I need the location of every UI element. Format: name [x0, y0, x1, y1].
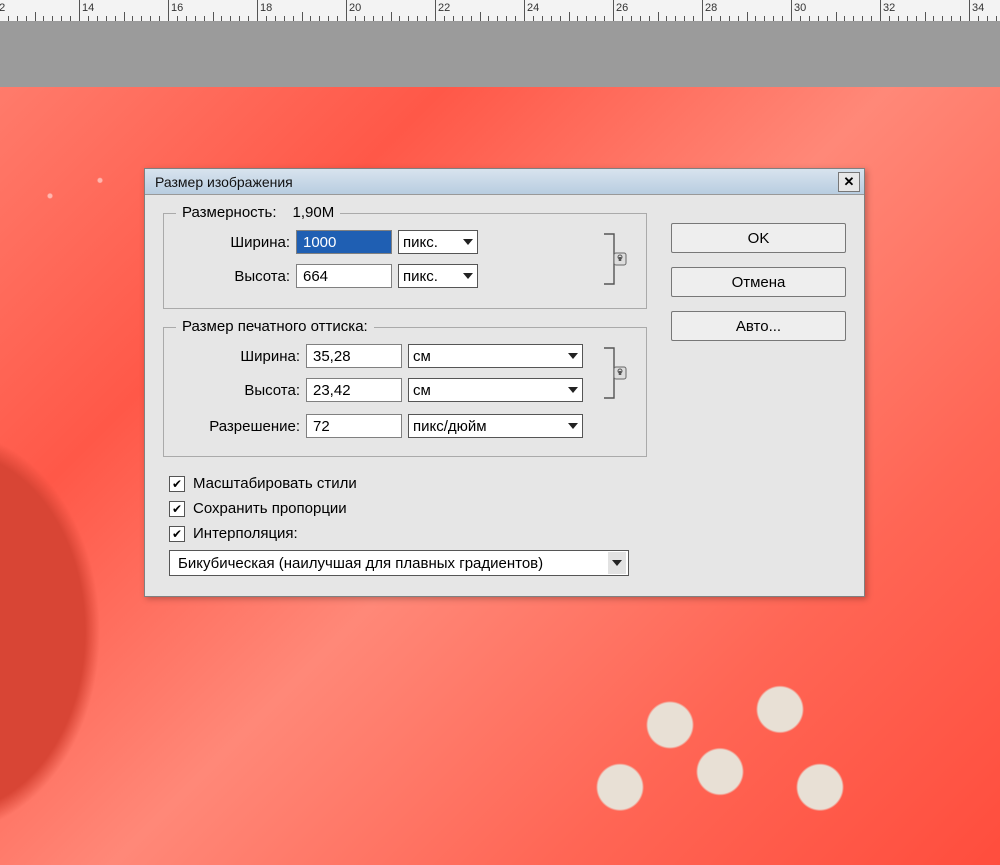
ruler-number: 26 — [616, 2, 628, 14]
ruler-number: 34 — [972, 2, 984, 14]
cancel-button[interactable]: Отмена — [671, 267, 846, 297]
dropdown-caret-icon — [463, 273, 473, 279]
ruler-number: 24 — [527, 2, 539, 14]
ruler-number: 32 — [883, 2, 895, 14]
ruler-number: 22 — [438, 2, 450, 14]
print-link-bracket — [600, 342, 630, 404]
interpolation-checkbox[interactable]: ✔ — [169, 526, 185, 542]
ruler-number: 14 — [82, 2, 94, 14]
constrain-proportions-label: Сохранить пропорции — [193, 500, 347, 517]
height-label: Высота: — [180, 268, 290, 285]
print-height-unit-select[interactable]: см — [408, 378, 583, 402]
pixel-dimensions-legend: Размерность:1,90M — [176, 204, 340, 221]
print-width-label: Ширина: — [180, 348, 300, 365]
close-icon: ✕ — [844, 174, 855, 190]
interpolation-method-select[interactable]: Бикубическая (наилучшая для плавных град… — [169, 550, 629, 576]
ruler-number: 30 — [794, 2, 806, 14]
print-width-input[interactable] — [306, 344, 402, 368]
document-size-legend: Размер печатного оттиска: — [176, 318, 374, 335]
resolution-label: Разрешение: — [180, 418, 300, 435]
dropdown-caret-icon — [463, 239, 473, 245]
interpolation-label: Интерполяция: — [193, 525, 298, 542]
image-size-dialog: Размер изображения ✕ Размерность:1,90M Ш… — [144, 168, 865, 597]
ruler-number: 12 — [0, 2, 5, 14]
ruler-number: 28 — [705, 2, 717, 14]
dropdown-caret-icon — [568, 387, 578, 393]
print-height-label: Высота: — [180, 382, 300, 399]
pixel-link-bracket — [600, 228, 630, 290]
auto-button[interactable]: Авто... — [671, 311, 846, 341]
dialog-close-button[interactable]: ✕ — [838, 172, 860, 192]
scale-styles-checkbox[interactable]: ✔ — [169, 476, 185, 492]
ruler-number: 20 — [349, 2, 361, 14]
ok-button[interactable]: OK — [671, 223, 846, 253]
scale-styles-label: Масштабировать стили — [193, 475, 357, 492]
width-label: Ширина: — [180, 234, 290, 251]
document-size-group: Размер печатного оттиска: Ширина: см — [163, 327, 647, 457]
ruler-number: 16 — [171, 2, 183, 14]
resolution-unit-select[interactable]: пикс/дюйм — [408, 414, 583, 438]
ruler-number: 18 — [260, 2, 272, 14]
pixel-height-unit-select[interactable]: пикс. — [398, 264, 478, 288]
dropdown-caret-icon — [568, 423, 578, 429]
constrain-proportions-checkbox[interactable]: ✔ — [169, 501, 185, 517]
photoshop-viewport: 12 14 16 18 20 22 24 26 28 30 32 34 Размер изображе… — [0, 0, 1000, 865]
pixel-width-unit-select[interactable]: пикс. — [398, 230, 478, 254]
dialog-title: Размер изображения — [155, 174, 293, 190]
pixel-dimensions-group: Размерность:1,90M Ширина: пикс. — [163, 213, 647, 309]
dropdown-caret-icon — [568, 353, 578, 359]
pixel-width-input[interactable] — [296, 230, 392, 254]
print-height-input[interactable] — [306, 378, 402, 402]
horizontal-ruler: 12 14 16 18 20 22 24 26 28 30 32 34 — [0, 0, 1000, 22]
dropdown-caret-icon — [612, 560, 622, 566]
dialog-titlebar[interactable]: Размер изображения ✕ — [145, 169, 864, 195]
pixel-height-input[interactable] — [296, 264, 392, 288]
resolution-input[interactable] — [306, 414, 402, 438]
workspace-gap — [0, 22, 1000, 87]
print-width-unit-select[interactable]: см — [408, 344, 583, 368]
